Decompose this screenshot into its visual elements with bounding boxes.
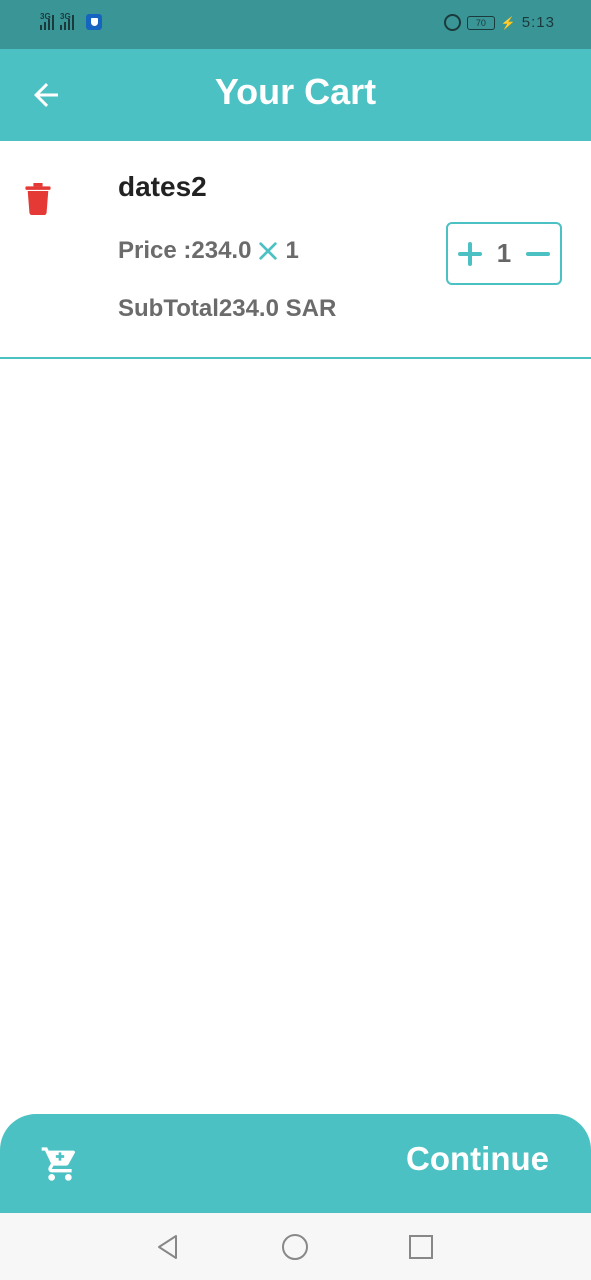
charging-icon: ⚡ <box>500 15 516 30</box>
cart-icon[interactable] <box>40 1144 80 1184</box>
nav-back-icon[interactable] <box>152 1231 184 1263</box>
minus-icon[interactable] <box>526 242 550 266</box>
network-type-label: 3G <box>40 12 51 21</box>
status-left: 3G 3G <box>40 12 102 30</box>
price-quantity: 1 <box>285 237 299 264</box>
app-header: Your Cart <box>0 49 591 141</box>
battery-icon: 70 <box>466 15 495 30</box>
status-bar: 3G 3G 70 ⚡ 5:13 <box>0 0 591 49</box>
system-nav-bar <box>0 1213 591 1280</box>
signal-icon: 3G <box>40 12 54 30</box>
page-title: Your Cart <box>214 71 377 112</box>
item-name: dates2 <box>118 171 207 202</box>
quantity-stepper: 1 <box>446 222 562 285</box>
shield-icon <box>86 14 102 30</box>
nav-home-icon[interactable] <box>279 1231 311 1263</box>
price-label: Price : <box>118 237 192 264</box>
price-line: Price : 234.0 1 <box>118 237 299 265</box>
network-type-label-2: 3G <box>60 12 71 21</box>
alarm-icon <box>443 14 461 31</box>
signal-icon-2: 3G <box>60 12 74 30</box>
price-value: 234.0 <box>191 237 252 264</box>
multiply-icon <box>259 242 278 260</box>
status-time: 5:13 <box>521 14 555 31</box>
nav-recents-icon[interactable] <box>405 1231 437 1263</box>
checkout-bar: Continue <box>0 1114 591 1213</box>
status-right: 70 ⚡ 5:13 <box>443 14 555 31</box>
cart-item: dates2 Price : 234.0 1 SubTotal234.0 SAR… <box>0 141 591 359</box>
quantity-value: 1 <box>496 238 512 268</box>
plus-icon[interactable] <box>458 241 482 266</box>
subtotal-label: SubTotal <box>118 295 219 322</box>
trash-icon[interactable] <box>24 183 52 215</box>
subtotal-line: SubTotal234.0 SAR <box>118 295 336 323</box>
subtotal-value: 234.0 SAR <box>218 295 337 322</box>
continue-button[interactable]: Continue <box>406 1140 549 1178</box>
